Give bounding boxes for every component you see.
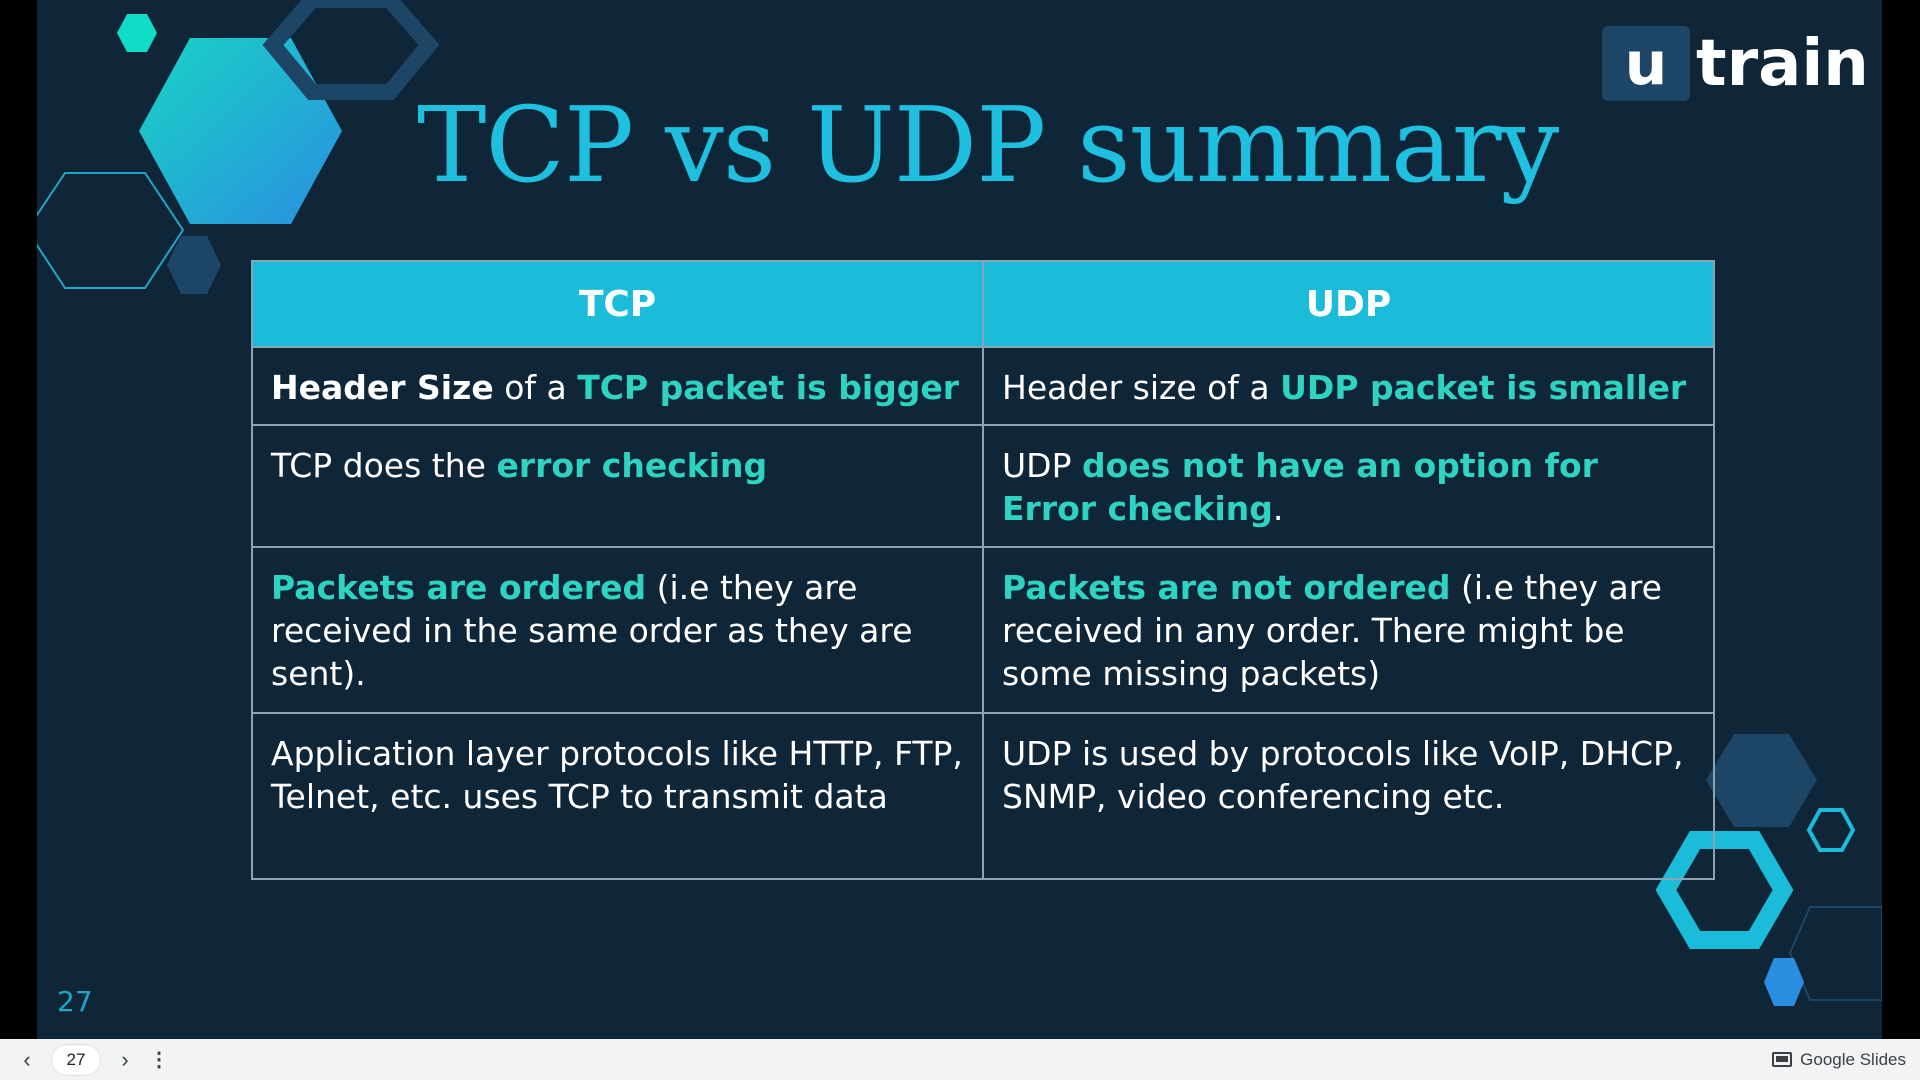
slides-icon bbox=[1772, 1052, 1793, 1067]
hexagon-shape bbox=[139, 38, 342, 224]
cell-text-run: UDP bbox=[1002, 446, 1082, 485]
cell-text-run: Application layer protocols like HTTP, F… bbox=[271, 734, 963, 816]
comparison-table: TCP UDP Header Size of a TCP packet is b… bbox=[251, 260, 1715, 880]
slide-page-input[interactable]: 27 bbox=[52, 1044, 100, 1075]
table-row: TCP does the error checking UDP does not… bbox=[251, 424, 1715, 548]
google-slides-link[interactable]: Google Slides bbox=[1772, 1039, 1906, 1080]
cell-text-run: UDP packet is smaller bbox=[1280, 368, 1687, 407]
utrain-logo: u train bbox=[1602, 26, 1869, 101]
hexagon-shape bbox=[37, 172, 185, 289]
cell-text-run: . bbox=[1272, 489, 1284, 528]
hexagon-shape bbox=[117, 14, 157, 52]
hexagon-shape bbox=[1706, 734, 1817, 827]
more-vert-icon: ⋮ bbox=[149, 1049, 169, 1071]
chevron-right-icon: › bbox=[121, 1046, 129, 1072]
slide-number: 27 bbox=[57, 985, 93, 1018]
header-tcp: TCP bbox=[251, 260, 984, 348]
chevron-left-icon: ‹ bbox=[23, 1046, 31, 1072]
slide: u train TCP vs UDP summary TCP UDP Heade… bbox=[37, 0, 1882, 1039]
table-row: Application layer protocols like HTTP, F… bbox=[251, 712, 1715, 880]
hexagon-shape bbox=[1788, 906, 1882, 1001]
cell-tcp: Packets are ordered (i.e they are receiv… bbox=[251, 546, 984, 714]
cell-udp: Packets are not ordered (i.e they are re… bbox=[982, 546, 1715, 714]
table-row: Header Size of a TCP packet is bigger He… bbox=[251, 346, 1715, 426]
slide-title: TCP vs UDP summary bbox=[417, 84, 1559, 206]
cell-udp: UDP does not have an option for Error ch… bbox=[982, 424, 1715, 548]
cell-text-run: UDP is used by protocols like VoIP, DHCP… bbox=[1002, 734, 1684, 816]
logo-mark: u bbox=[1602, 26, 1690, 101]
cell-text-run: Header Size bbox=[271, 368, 494, 407]
cell-tcp: Application layer protocols like HTTP, F… bbox=[251, 712, 984, 880]
cell-text-run: TCP packet is bigger bbox=[577, 368, 960, 407]
cell-text-run: Packets are ordered bbox=[271, 568, 647, 607]
presentation-toolbar: ‹ 27 › ⋮ Google Slides bbox=[0, 1039, 1920, 1080]
previous-slide-button[interactable]: ‹ bbox=[10, 1043, 44, 1077]
cell-text-run: Packets are not ordered bbox=[1002, 568, 1451, 607]
cell-text-run: TCP does the bbox=[271, 446, 497, 485]
cell-text-run: does not have an option for Error checki… bbox=[1002, 446, 1598, 528]
cell-tcp: Header Size of a TCP packet is bigger bbox=[251, 346, 984, 426]
hexagon-shape bbox=[262, 0, 440, 100]
hexagon-shape bbox=[1764, 958, 1804, 1006]
cell-text-run: of a bbox=[493, 368, 578, 407]
logo-word: train bbox=[1696, 26, 1869, 101]
more-options-button[interactable]: ⋮ bbox=[142, 1043, 176, 1077]
cell-text-run: Header size of a bbox=[1002, 368, 1281, 407]
header-udp: UDP bbox=[982, 260, 1715, 348]
cell-tcp: TCP does the error checking bbox=[251, 424, 984, 548]
cell-udp: UDP is used by protocols like VoIP, DHCP… bbox=[982, 712, 1715, 880]
next-slide-button[interactable]: › bbox=[108, 1043, 142, 1077]
brand-label: Google Slides bbox=[1800, 1049, 1906, 1069]
cell-udp: Header size of a UDP packet is smaller bbox=[982, 346, 1715, 426]
cell-text-run: error checking bbox=[496, 446, 768, 485]
hexagon-shape bbox=[167, 236, 221, 294]
hexagon-shape bbox=[1806, 808, 1856, 852]
table-row: Packets are ordered (i.e they are receiv… bbox=[251, 546, 1715, 714]
